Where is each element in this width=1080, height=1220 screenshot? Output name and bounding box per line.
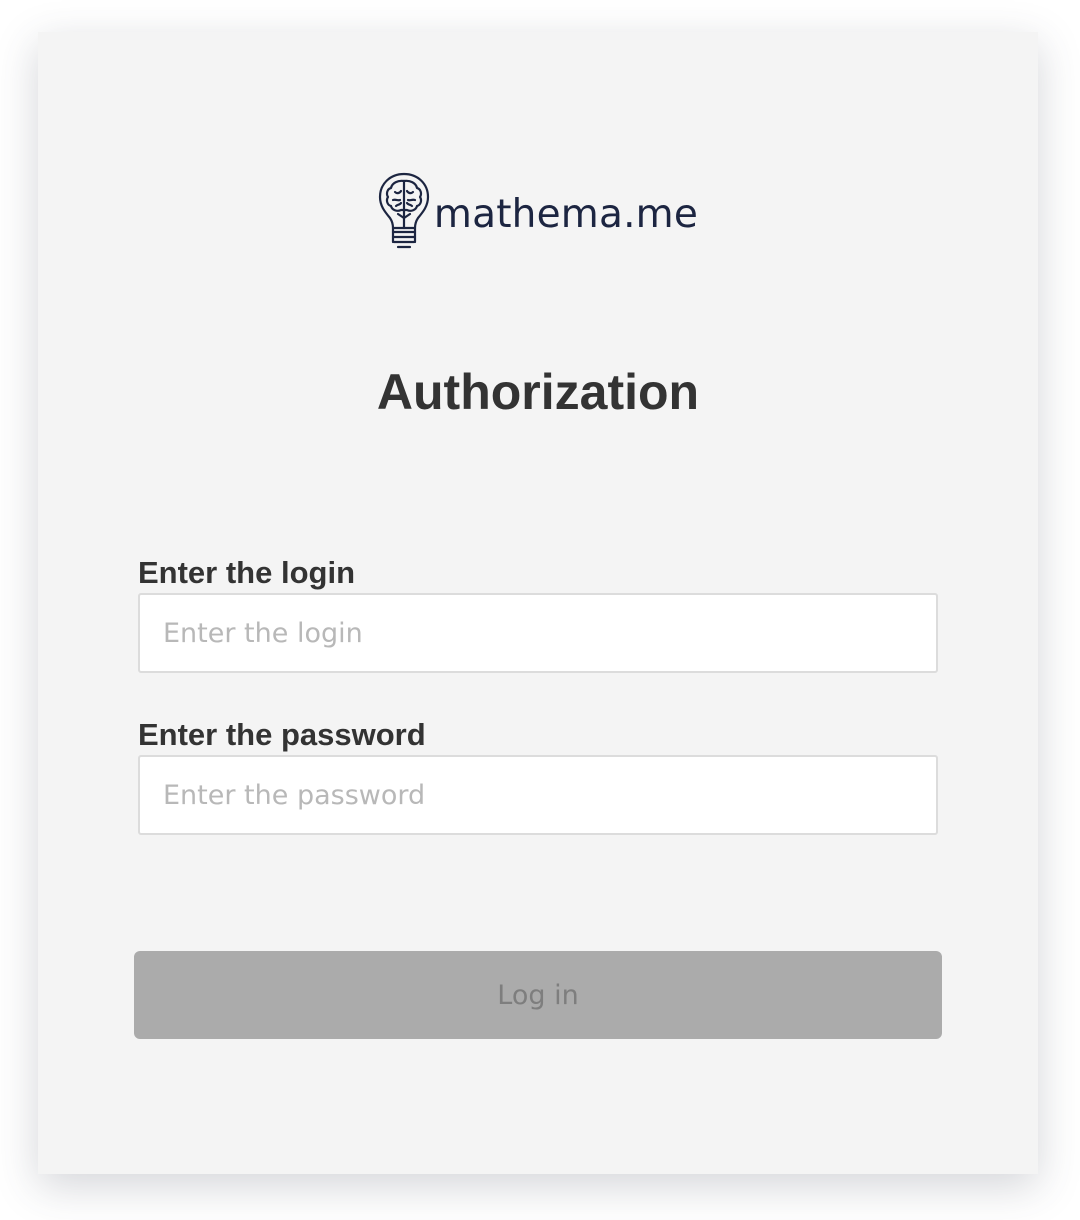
login-button[interactable]: Log in	[134, 951, 942, 1039]
page-title: Authorization	[376, 364, 700, 420]
password-input[interactable]	[138, 755, 938, 835]
brand-name: mathema.me	[433, 191, 699, 237]
login-label: Enter the login	[138, 555, 355, 590]
auth-card: mathema.me Authorization Enter the login…	[38, 32, 1038, 1174]
login-input[interactable]	[138, 593, 938, 673]
brand-logo: mathema.me	[38, 172, 1038, 252]
lightbulb-brain-icon	[378, 172, 430, 249]
password-label: Enter the password	[138, 717, 426, 752]
